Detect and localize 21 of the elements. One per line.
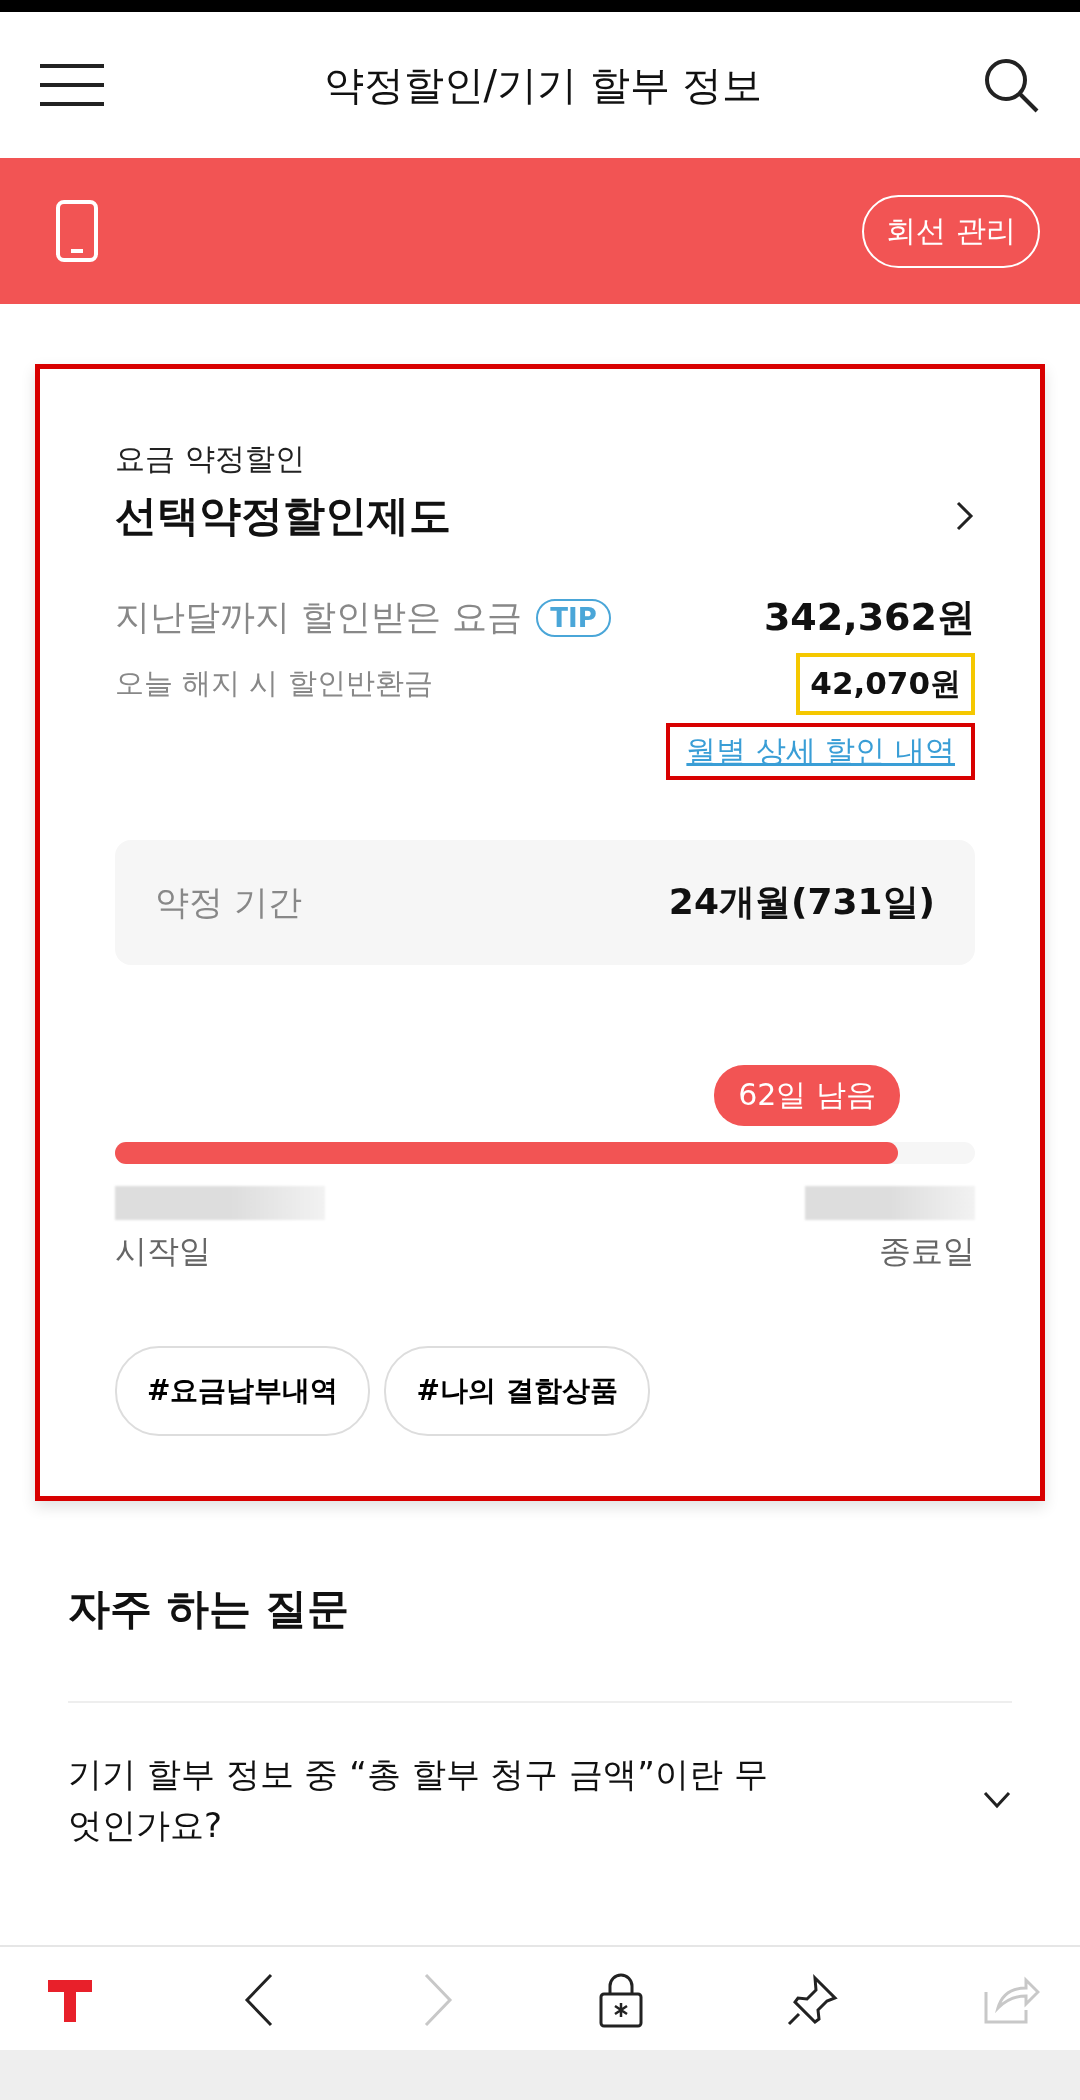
hashtag-chip[interactable]: #요금납부내역	[115, 1346, 371, 1436]
period-label: 약정 기간	[155, 880, 302, 924]
amount-label: 지난달까지 할인받은 요금	[115, 596, 523, 639]
faq-question[interactable]: 기기 할부 정보 중 “총 할부 청구 금액”이란 무엇인가요?	[68, 1749, 768, 1851]
amount-value: 42,070원	[796, 653, 975, 715]
start-date-label: 시작일	[115, 1231, 211, 1272]
chevron-down-icon[interactable]	[982, 1790, 1012, 1810]
end-date-label: 종료일	[879, 1231, 975, 1272]
category-label: 요금 약정할인	[115, 440, 306, 478]
menu-icon[interactable]	[40, 63, 104, 107]
phone-icon	[55, 199, 99, 263]
amount-label: 오늘 해지 시 할인반환금	[115, 665, 433, 702]
plan-title: 선택약정할인제도	[115, 490, 451, 542]
chevron-right-icon[interactable]	[955, 500, 975, 532]
page-title: 약정할인/기기 할부 정보	[323, 60, 763, 110]
hashtag-chip[interactable]: #나의 결합상품	[384, 1346, 650, 1436]
search-icon[interactable]	[982, 56, 1040, 114]
remaining-days-badge: 62일 남음	[714, 1065, 900, 1126]
amount-value: 342,362원	[763, 594, 975, 641]
period-value: 24개월(731일)	[668, 880, 935, 924]
faq-title: 자주 하는 질문	[68, 1581, 1012, 1703]
